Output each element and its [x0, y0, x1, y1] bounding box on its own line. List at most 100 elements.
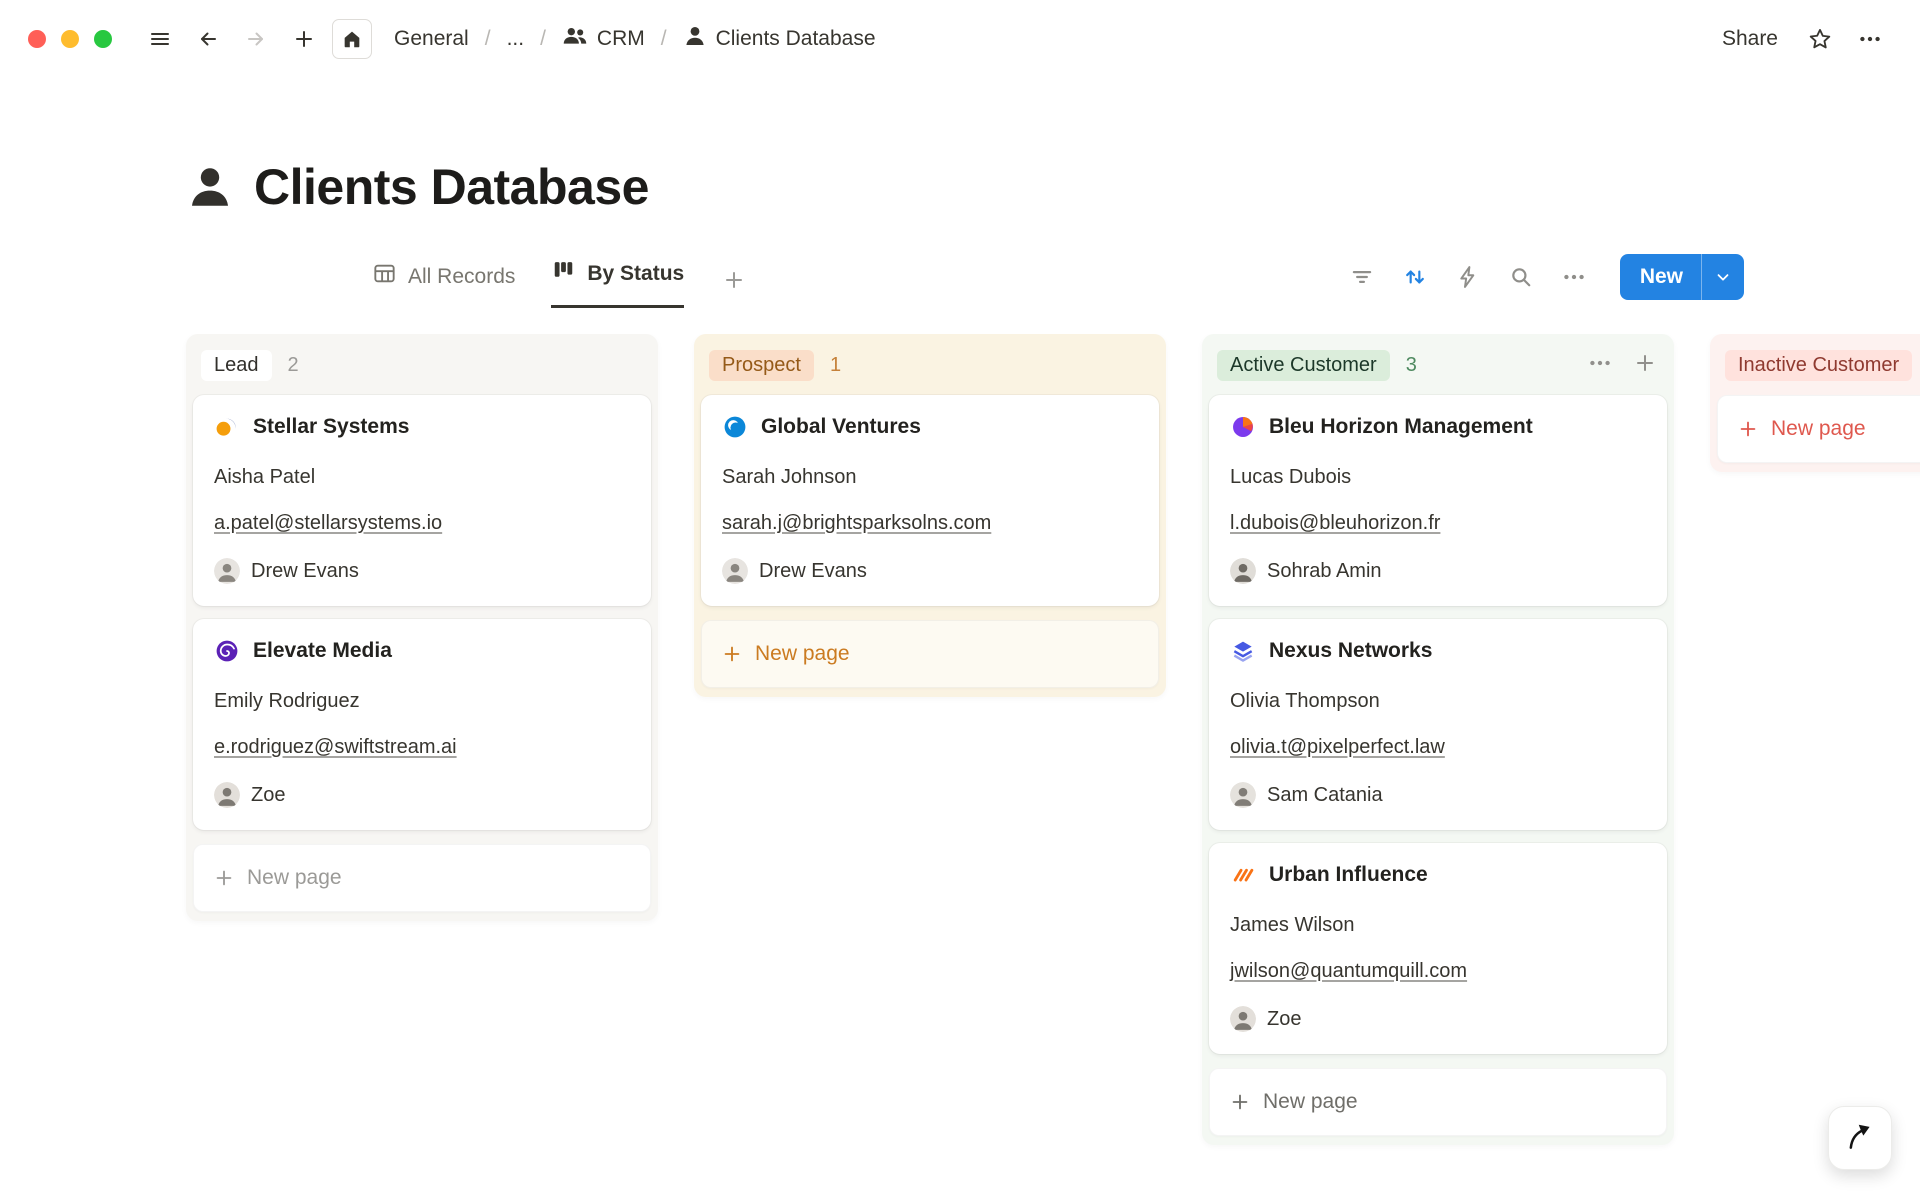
company-name: Global Ventures — [761, 415, 921, 439]
contact-name: Aisha Patel — [214, 466, 630, 489]
breadcrumb-separator: / — [538, 27, 548, 51]
plus-icon — [213, 867, 235, 889]
close-window-button[interactable] — [28, 30, 46, 48]
kanban-board: Lead 2 Stellar Systems Aisha Patel a.pat… — [0, 334, 1920, 1200]
column-count: 3 — [1406, 354, 1417, 377]
breadcrumb-general[interactable]: General — [386, 22, 477, 56]
column-count: 2 — [288, 354, 299, 377]
views-toolbar: All Records By Status — [372, 254, 1744, 308]
record-card-bleu-horizon[interactable]: Bleu Horizon Management Lucas Dubois l.d… — [1209, 395, 1667, 606]
plus-icon — [1737, 418, 1759, 440]
nexus-networks-logo — [1230, 638, 1256, 664]
sort-icon[interactable] — [1402, 264, 1428, 290]
back-icon[interactable] — [188, 19, 228, 59]
status-pill-lead[interactable]: Lead — [201, 350, 272, 381]
column-inactive-customer: Inactive Customer New page — [1710, 334, 1920, 472]
minimize-window-button[interactable] — [61, 30, 79, 48]
column-header: Prospect 1 — [701, 348, 1159, 395]
status-pill-inactive-customer[interactable]: Inactive Customer — [1725, 350, 1912, 381]
plus-icon — [1229, 1091, 1251, 1113]
share-button[interactable]: Share — [1710, 21, 1790, 57]
email-link[interactable]: jwilson@quantumquill.com — [1230, 960, 1467, 982]
new-record-button[interactable]: New — [1620, 254, 1744, 300]
new-page-button[interactable]: New page — [1717, 395, 1920, 463]
owner-row: Zoe — [214, 782, 630, 808]
owner-row: Sohrab Amin — [1230, 558, 1646, 584]
contact-name: Emily Rodriguez — [214, 690, 630, 713]
people-icon — [562, 23, 588, 55]
avatar-sam-catania — [1230, 782, 1256, 808]
column-header: Active Customer 3 — [1209, 348, 1667, 395]
lightning-icon[interactable] — [1455, 264, 1481, 290]
filter-icon[interactable] — [1349, 264, 1375, 290]
breadcrumb: General / ... / CRM / Clients Database — [386, 18, 884, 60]
company-name: Bleu Horizon Management — [1269, 415, 1533, 439]
new-record-label[interactable]: New — [1620, 254, 1701, 300]
email-link[interactable]: olivia.t@pixelperfect.law — [1230, 736, 1445, 758]
avatar-zoe — [1230, 1006, 1256, 1032]
record-card-stellar-systems[interactable]: Stellar Systems Aisha Patel a.patel@stel… — [193, 395, 651, 606]
email-link[interactable]: sarah.j@brightsparksolns.com — [722, 512, 991, 534]
page-person-icon[interactable] — [186, 163, 234, 211]
breadcrumb-ellipsis[interactable]: ... — [499, 22, 533, 56]
home-icon[interactable] — [332, 19, 372, 59]
record-card-nexus-networks[interactable]: Nexus Networks Olivia Thompson olivia.t@… — [1209, 619, 1667, 830]
column-header: Inactive Customer — [1717, 348, 1920, 395]
record-card-global-ventures[interactable]: Global Ventures Sarah Johnson sarah.j@br… — [701, 395, 1159, 606]
contact-name: Olivia Thompson — [1230, 690, 1646, 713]
quill-cursor-icon — [1840, 1116, 1880, 1161]
owner-row: Zoe — [1230, 1006, 1646, 1032]
status-pill-active-customer[interactable]: Active Customer — [1217, 350, 1390, 381]
more-options-icon[interactable] — [1850, 19, 1890, 59]
record-card-urban-influence[interactable]: Urban Influence James Wilson jwilson@qua… — [1209, 843, 1667, 1054]
breadcrumb-clients-database[interactable]: Clients Database — [675, 19, 884, 59]
owner-row: Drew Evans — [214, 558, 630, 584]
search-icon[interactable] — [1508, 264, 1534, 290]
favorite-star-icon[interactable] — [1800, 19, 1840, 59]
sidebar-menu-icon[interactable] — [140, 19, 180, 59]
new-page-button[interactable]: New page — [193, 844, 651, 912]
status-pill-prospect[interactable]: Prospect — [709, 350, 814, 381]
record-card-elevate-media[interactable]: Elevate Media Emily Rodriguez e.rodrigue… — [193, 619, 651, 830]
column-header: Lead 2 — [193, 348, 651, 395]
breadcrumb-separator: / — [483, 27, 493, 51]
avatar-zoe — [214, 782, 240, 808]
breadcrumb-separator: / — [659, 27, 669, 51]
email-link[interactable]: a.patel@stellarsystems.io — [214, 512, 442, 534]
column-options-icon[interactable] — [1587, 350, 1613, 381]
plus-icon — [721, 643, 743, 665]
view-more-options-icon[interactable] — [1561, 264, 1587, 290]
new-page-button[interactable]: New page — [1209, 1068, 1667, 1136]
add-view-icon[interactable] — [722, 268, 746, 308]
column-prospect: Prospect 1 Global Ventures Sarah Johnson… — [694, 334, 1166, 697]
owner-name: Drew Evans — [251, 560, 359, 583]
chevron-down-icon[interactable] — [1702, 254, 1744, 300]
view-actions: New — [1349, 254, 1744, 308]
contact-name: Sarah Johnson — [722, 466, 1138, 489]
email-link[interactable]: l.dubois@bleuhorizon.fr — [1230, 512, 1440, 534]
owner-name: Sohrab Amin — [1267, 560, 1382, 583]
view-tabs: All Records By Status — [372, 258, 746, 308]
owner-name: Drew Evans — [759, 560, 867, 583]
owner-name: Zoe — [1267, 1008, 1301, 1031]
page-title[interactable]: Clients Database — [254, 158, 649, 216]
cursor-badge — [1828, 1106, 1892, 1170]
company-name: Elevate Media — [253, 639, 392, 663]
column-add-card-icon[interactable] — [1633, 351, 1657, 380]
contact-name: Lucas Dubois — [1230, 466, 1646, 489]
new-tab-icon[interactable] — [284, 19, 324, 59]
forward-icon[interactable] — [236, 19, 276, 59]
person-icon — [683, 24, 707, 54]
column-lead: Lead 2 Stellar Systems Aisha Patel a.pat… — [186, 334, 658, 921]
owner-row: Sam Catania — [1230, 782, 1646, 808]
company-name: Urban Influence — [1269, 863, 1428, 887]
elevate-media-logo — [214, 638, 240, 664]
new-page-button[interactable]: New page — [701, 620, 1159, 688]
tab-by-status[interactable]: By Status — [551, 258, 684, 308]
email-link[interactable]: e.rodriguez@swiftstream.ai — [214, 736, 457, 758]
table-view-icon — [372, 261, 397, 292]
tab-all-records[interactable]: All Records — [372, 261, 515, 308]
company-name: Stellar Systems — [253, 415, 409, 439]
breadcrumb-crm[interactable]: CRM — [554, 18, 653, 60]
zoom-window-button[interactable] — [94, 30, 112, 48]
